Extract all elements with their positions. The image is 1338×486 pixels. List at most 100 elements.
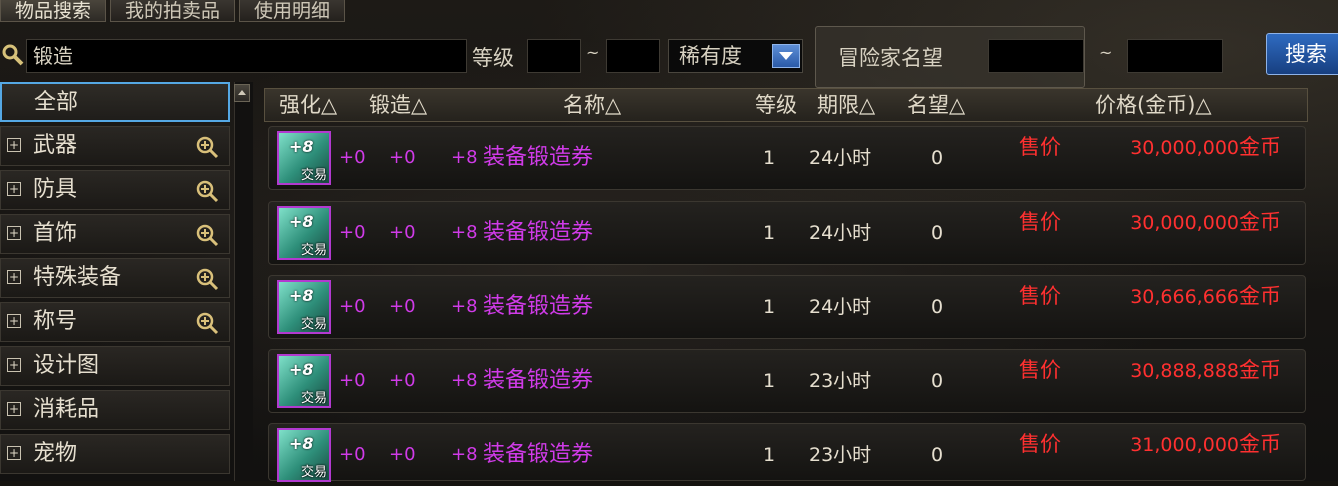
cell-level: 1 — [763, 370, 776, 392]
cell-amp: +8 — [451, 296, 478, 317]
cell-price: 30,000,000金币 — [1130, 202, 1281, 243]
cell-level: 1 — [763, 147, 776, 169]
table-row[interactable]: +8 交易 +0 +0 +8 装备锻造券 1 24小时 0 售价 30,666,… — [268, 275, 1306, 339]
cell-price: 31,000,000金币 — [1130, 424, 1281, 465]
column-header-price[interactable]: 价格(金币)△ — [1095, 89, 1212, 121]
expand-icon[interactable]: + — [7, 314, 21, 328]
cell-amp: +8 — [451, 222, 478, 243]
cell-level: 1 — [763, 222, 776, 244]
cell-enhance: +0 — [339, 147, 366, 168]
reputation-label: 冒险家名望 — [838, 46, 943, 70]
price-unit: 金币 — [1239, 210, 1281, 234]
expand-icon[interactable]: + — [7, 446, 21, 460]
cell-reputation: 0 — [931, 147, 944, 169]
sidebar-scrollbar[interactable] — [234, 82, 253, 481]
zoom-in-icon[interactable] — [195, 179, 219, 203]
sidebar-item-accessories[interactable]: + 首饰 — [0, 214, 230, 254]
dropdown-button[interactable] — [772, 44, 800, 68]
icon-badge: +8 — [289, 360, 314, 379]
sidebar-item-blueprints[interactable]: + 设计图 — [0, 346, 230, 386]
icon-tradeable-tag: 交易 — [300, 168, 327, 183]
sidebar-item-label: 宠物 — [33, 441, 78, 466]
level-min-input[interactable] — [527, 39, 581, 73]
sidebar-item-label: 设计图 — [33, 353, 100, 378]
cell-enhance: +0 — [339, 444, 366, 465]
price-value: 30,000,000 — [1130, 212, 1239, 234]
table-header: 强化△ 锻造△ 名称△ 等级 期限△ 名望△ 价格(金币)△ — [264, 88, 1308, 122]
zoom-in-icon[interactable] — [195, 311, 219, 335]
tab-item-search[interactable]: 物品搜索 — [0, 0, 107, 22]
sidebar-item-weapons[interactable]: + 武器 — [0, 126, 230, 166]
reputation-max-input[interactable] — [1127, 39, 1223, 73]
price-unit: 金币 — [1239, 135, 1281, 159]
column-header-name[interactable]: 名称△ — [563, 89, 621, 121]
cell-sale-label: 售价 — [1019, 432, 1061, 456]
sidebar-item-special-equipment[interactable]: + 特殊装备 — [0, 258, 230, 298]
column-header-reputation[interactable]: 名望△ — [907, 89, 965, 121]
column-header-level[interactable]: 等级 — [755, 89, 797, 121]
cell-sale-label: 售价 — [1019, 210, 1061, 234]
cell-forge: +0 — [389, 296, 416, 317]
price-value: 30,000,000 — [1130, 137, 1239, 159]
expand-icon[interactable]: + — [7, 402, 21, 416]
expand-icon[interactable]: + — [7, 138, 21, 152]
tab-usage-details[interactable]: 使用明细 — [239, 0, 346, 22]
cell-period: 23小时 — [809, 444, 872, 466]
price-unit: 金币 — [1239, 358, 1281, 382]
icon-tradeable-tag: 交易 — [300, 317, 327, 332]
expand-icon[interactable]: + — [7, 270, 21, 284]
chevron-up-icon — [238, 90, 246, 95]
sidebar-item-titles[interactable]: + 称号 — [0, 302, 230, 342]
column-header-enhance[interactable]: 强化△ — [279, 89, 337, 121]
price-value: 31,000,000 — [1130, 434, 1239, 456]
level-max-input[interactable] — [606, 39, 660, 73]
cell-reputation: 0 — [931, 444, 944, 466]
table-row[interactable]: +8 交易 +0 +0 +8 装备锻造券 1 24小时 0 售价 30,000,… — [268, 126, 1306, 190]
reputation-min-input[interactable] — [988, 39, 1084, 73]
sidebar-item-label: 特殊装备 — [33, 265, 122, 290]
expand-icon[interactable]: + — [7, 358, 21, 372]
rarity-select[interactable]: 稀有度 — [668, 39, 803, 73]
cell-amp: +8 — [451, 370, 478, 391]
sidebar-item-label: 消耗品 — [33, 397, 100, 422]
tab-my-auctions[interactable]: 我的拍卖品 — [110, 0, 236, 22]
sidebar-item-armor[interactable]: + 防具 — [0, 170, 230, 210]
sidebar-item-all[interactable]: 全部 — [0, 82, 230, 122]
icon-badge: +8 — [289, 212, 314, 231]
zoom-in-icon[interactable] — [195, 267, 219, 291]
category-sidebar: 全部 + 武器 + 防具 + 首饰 + 特殊装备 + 称号 + 设计图 + 消耗… — [0, 82, 253, 481]
expand-icon[interactable]: + — [7, 226, 21, 240]
cell-period: 24小时 — [809, 147, 872, 169]
cell-period: 24小时 — [809, 296, 872, 318]
table-row[interactable]: +8 交易 +0 +0 +8 装备锻造券 1 23小时 0 售价 30,888,… — [268, 349, 1306, 413]
sidebar-item-consumables[interactable]: + 消耗品 — [0, 390, 230, 430]
cell-forge: +0 — [389, 370, 416, 391]
search-button[interactable]: 搜索 — [1266, 33, 1338, 75]
table-row[interactable]: +8 交易 +0 +0 +8 装备锻造券 1 23小时 0 售价 31,000,… — [268, 423, 1306, 482]
cell-name: 装备锻造券 — [483, 145, 594, 170]
price-unit: 金币 — [1239, 284, 1281, 308]
zoom-in-icon[interactable] — [195, 223, 219, 247]
search-input[interactable]: 锻造 — [26, 39, 467, 73]
icon-badge: +8 — [289, 434, 314, 453]
zoom-in-icon[interactable] — [195, 135, 219, 159]
cell-period: 23小时 — [809, 370, 872, 392]
forging-ticket-icon: +8 交易 — [277, 131, 331, 185]
sidebar-item-label: 首饰 — [33, 221, 78, 246]
cell-price: 30,888,888金币 — [1130, 350, 1281, 391]
reputation-range-tilde: ~ — [1099, 43, 1113, 62]
cell-level: 1 — [763, 444, 776, 466]
column-header-period[interactable]: 期限△ — [817, 89, 875, 121]
cell-enhance: +0 — [339, 296, 366, 317]
table-row[interactable]: +8 交易 +0 +0 +8 装备锻造券 1 24小时 0 售价 30,000,… — [268, 201, 1306, 265]
cell-enhance: +0 — [339, 222, 366, 243]
column-header-forge[interactable]: 锻造△ — [369, 89, 427, 121]
forging-ticket-icon: +8 交易 — [277, 354, 331, 408]
sidebar-item-pets[interactable]: + 宠物 — [0, 434, 230, 474]
scroll-up-button[interactable] — [234, 84, 250, 102]
expand-icon[interactable]: + — [7, 182, 21, 196]
chevron-down-icon — [779, 52, 793, 60]
cell-sale-label: 售价 — [1019, 284, 1061, 308]
rarity-select-label: 稀有度 — [679, 44, 742, 68]
price-value: 30,888,888 — [1130, 360, 1239, 382]
